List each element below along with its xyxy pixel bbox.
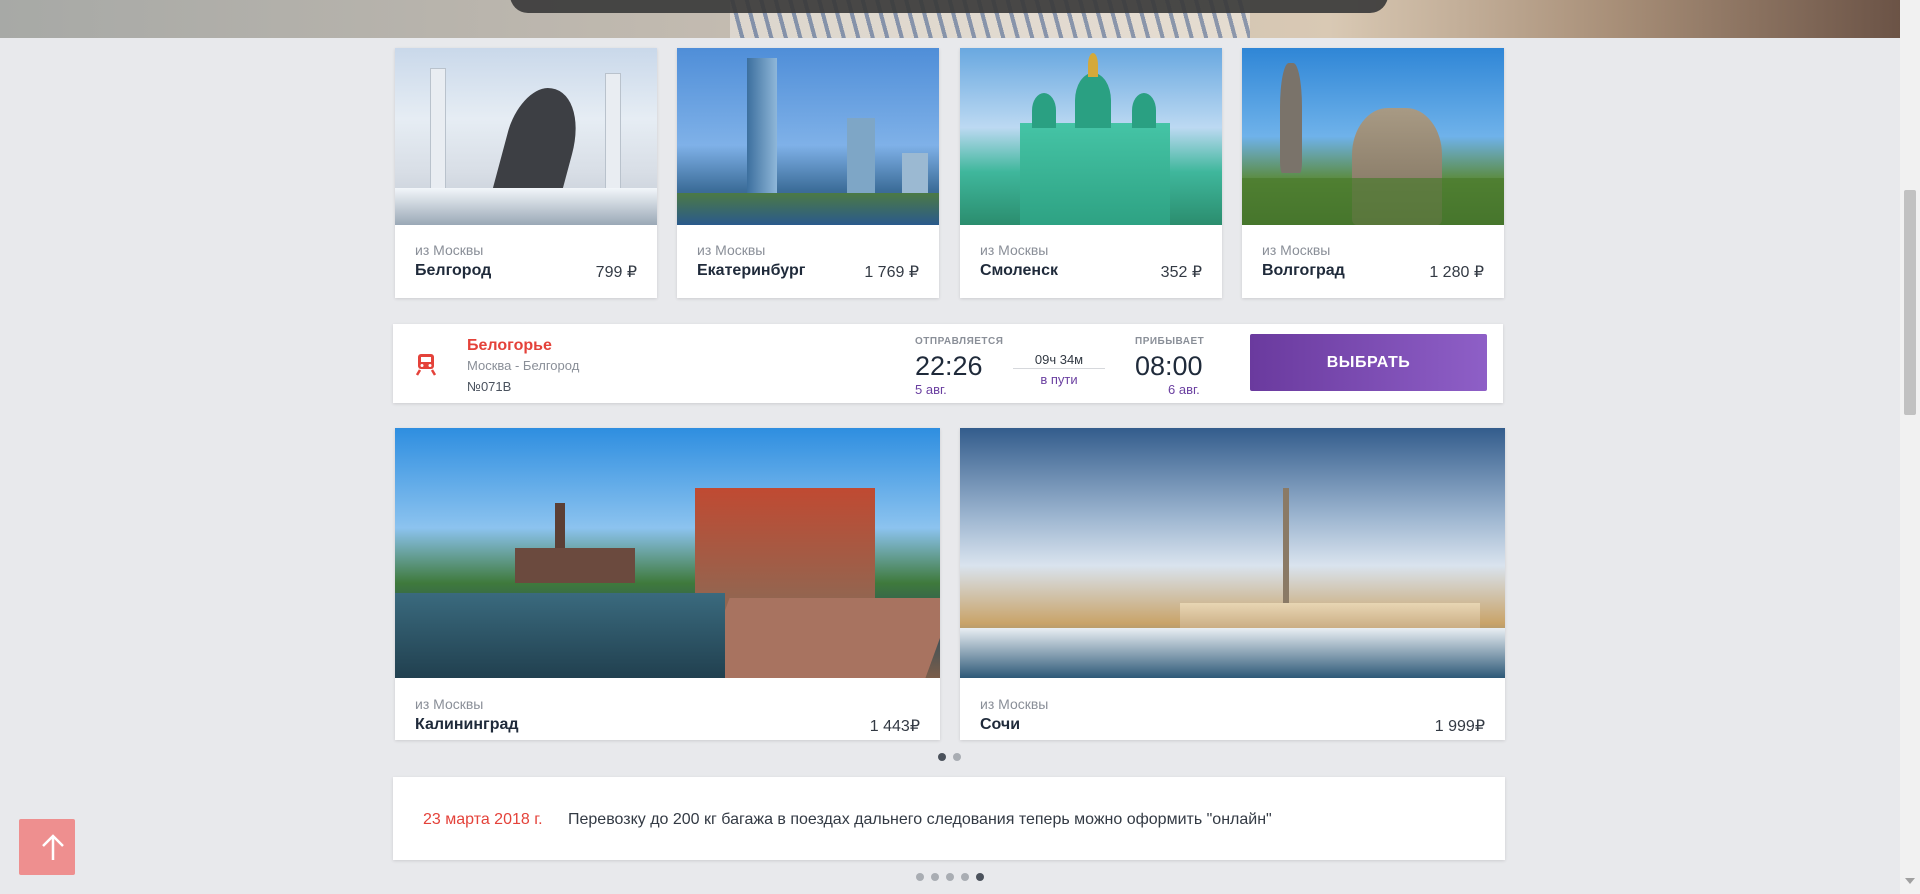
scroll-down-arrow[interactable]: [1905, 878, 1915, 884]
route-card-smolensk[interactable]: из Москвы Смоленск 352 ₽: [960, 48, 1222, 298]
depart-date: 5 авг.: [915, 382, 947, 397]
news-dot-5[interactable]: [976, 873, 984, 881]
route-photo: [960, 48, 1222, 225]
news-dot-3[interactable]: [946, 873, 954, 881]
origin-label: из Москвы: [415, 242, 484, 258]
search-panel-bottom[interactable]: [510, 0, 1388, 13]
destination-city: Смоленск: [980, 262, 1058, 279]
routes-carousel-pagination: [938, 753, 961, 761]
route-price: 1 443₽: [869, 718, 920, 735]
destination-city: Волгоград: [1262, 262, 1345, 279]
origin-label: из Москвы: [697, 242, 766, 258]
page-scrollbar[interactable]: [1900, 0, 1920, 894]
route-card-volgograd[interactable]: из Москвы Волгоград 1 280 ₽: [1242, 48, 1504, 298]
route-card-sochi[interactable]: из Москвы Сочи 1 999₽: [960, 428, 1505, 740]
news-text[interactable]: Перевозку до 200 кг багажа в поездах дал…: [568, 811, 1272, 829]
origin-label: из Москвы: [415, 696, 484, 712]
route-price: 1 280 ₽: [1429, 264, 1484, 281]
route-card-yekaterinburg[interactable]: из Москвы Екатеринбург 1 769 ₽: [677, 48, 939, 298]
arrow-up-icon: [42, 834, 64, 860]
arrive-time: 08:00: [1135, 351, 1203, 381]
arrives-label: ПРИБЫВАЕТ: [1135, 336, 1205, 347]
scrollbar-thumb[interactable]: [1904, 190, 1916, 415]
route-photo: [677, 48, 939, 225]
train-icon: [415, 354, 437, 376]
back-to-top-button[interactable]: [19, 819, 75, 875]
destination-city: Белгород: [415, 262, 492, 279]
train-offer-row: Белогорье Москва - Белгород №071В ОТПРАВ…: [393, 324, 1503, 403]
arrive-date: 6 авг.: [1168, 382, 1200, 397]
route-card-belgorod[interactable]: из Москвы Белгород 799 ₽: [395, 48, 657, 298]
news-item[interactable]: 23 марта 2018 г. Перевозку до 200 кг баг…: [393, 777, 1505, 860]
route-price: 1 999₽: [1434, 718, 1485, 735]
route-photo: [960, 428, 1505, 678]
depart-time: 22:26: [915, 351, 983, 381]
train-route: Москва - Белгород: [467, 358, 580, 373]
train-name[interactable]: Белогорье: [467, 337, 552, 355]
news-date: 23 марта 2018 г.: [423, 811, 543, 828]
route-price: 799 ₽: [595, 264, 637, 281]
origin-label: из Москвы: [1262, 242, 1331, 258]
news-dot-4[interactable]: [961, 873, 969, 881]
route-card-kaliningrad[interactable]: из Москвы Калининград 1 443₽: [395, 428, 940, 740]
route-photo: [395, 48, 657, 225]
route-photo: [395, 428, 940, 678]
news-dot-2[interactable]: [931, 873, 939, 881]
news-carousel-pagination: [916, 873, 984, 881]
route-price: 1 769 ₽: [864, 264, 919, 281]
route-photo: [1242, 48, 1504, 225]
carousel-dot-2[interactable]: [953, 753, 961, 761]
destination-city: Екатеринбург: [697, 262, 806, 279]
train-number: №071В: [467, 379, 512, 394]
hero-banner: [0, 0, 1900, 38]
destination-city: Сочи: [980, 716, 1021, 733]
origin-label: из Москвы: [980, 242, 1049, 258]
destination-city: Калининград: [415, 716, 519, 733]
enroute-label: в пути: [1040, 372, 1078, 387]
duration-divider: [1013, 368, 1105, 369]
route-price: 352 ₽: [1160, 264, 1202, 281]
travel-duration: 09ч 34м: [1034, 352, 1084, 367]
departs-label: ОТПРАВЛЯЕТСЯ: [915, 336, 1004, 347]
origin-label: из Москвы: [980, 696, 1049, 712]
news-dot-1[interactable]: [916, 873, 924, 881]
carousel-dot-1[interactable]: [938, 753, 946, 761]
choose-train-button[interactable]: ВЫБРАТЬ: [1250, 334, 1487, 391]
